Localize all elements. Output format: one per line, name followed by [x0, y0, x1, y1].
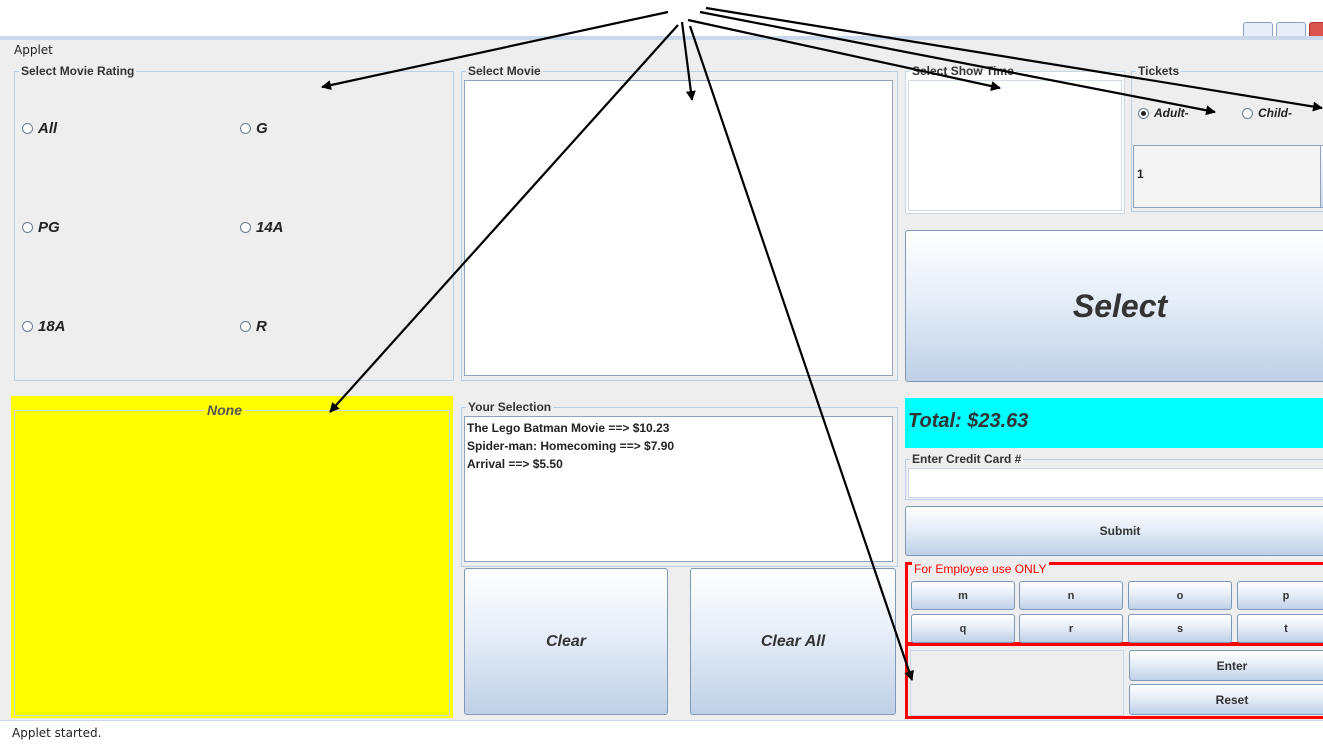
minimize-icon[interactable] [1243, 22, 1273, 37]
key-o-button[interactable]: o [1128, 581, 1232, 610]
rating-radio-18a[interactable]: 18A [22, 318, 66, 335]
rating-label-all: All [38, 120, 58, 137]
key-n-button[interactable]: n [1019, 581, 1123, 610]
select-button[interactable]: Select [905, 230, 1323, 382]
rating-radio-pg[interactable]: PG [22, 219, 60, 236]
child-radio[interactable]: Child- [1242, 106, 1292, 120]
key-q-button[interactable]: q [911, 614, 1015, 643]
movie-list[interactable] [464, 80, 893, 376]
clear-button[interactable]: Clear [464, 568, 668, 715]
credit-card-input[interactable] [908, 468, 1323, 498]
radio-icon [1242, 107, 1253, 119]
status-text: Applet started. [12, 726, 102, 740]
tickets-panel-legend: Tickets [1138, 64, 1180, 78]
rating-label-pg: PG [38, 219, 60, 236]
credit-card-legend: Enter Credit Card # [912, 452, 1022, 466]
poster-legend: None [207, 402, 242, 418]
radio-icon [240, 321, 251, 332]
rating-radio-r[interactable]: R [240, 318, 267, 335]
rating-label-r: R [256, 318, 267, 335]
key-m-button[interactable]: m [911, 581, 1015, 610]
selection-item[interactable]: Arrival ==> $5.50 [465, 455, 892, 473]
rating-radio-all[interactable]: All [22, 120, 57, 137]
radio-selected-icon [1138, 107, 1149, 119]
showtime-list[interactable] [908, 80, 1122, 211]
rating-label-18a: 18A [38, 318, 66, 335]
key-t-button[interactable]: t [1237, 614, 1323, 643]
key-p-button[interactable]: p [1237, 581, 1323, 610]
rating-label-g: G [256, 120, 268, 137]
submit-button[interactable]: Submit [905, 506, 1323, 556]
radio-icon [22, 222, 33, 233]
radio-icon [22, 321, 33, 332]
rating-panel-legend: Select Movie Rating [21, 64, 135, 78]
movie-panel-legend: Select Movie [468, 64, 541, 78]
rating-panel: Select Movie Rating [14, 64, 454, 381]
employee-display [910, 650, 1124, 716]
rating-radio-14a[interactable]: 14A [240, 219, 284, 236]
key-r-button[interactable]: r [1019, 614, 1123, 643]
poster-frame: None [14, 402, 450, 716]
adult-label: Adult- [1154, 106, 1189, 120]
ticket-quantity-field[interactable]: 1 [1133, 145, 1321, 208]
radio-icon [22, 123, 33, 134]
selection-item[interactable]: Spider-man: Homecoming ==> $7.90 [465, 437, 892, 455]
employee-legend: For Employee use ONLY [912, 562, 1049, 576]
selection-item[interactable]: The Lego Batman Movie ==> $10.23 [465, 419, 892, 437]
window-title: Applet [14, 43, 53, 57]
radio-icon [240, 222, 251, 233]
window-titlebar [0, 0, 1323, 37]
rating-label-14a: 14A [256, 219, 284, 236]
selection-legend: Your Selection [468, 400, 552, 414]
reset-button[interactable]: Reset [1129, 684, 1323, 715]
maximize-icon[interactable] [1276, 22, 1306, 37]
selection-list[interactable]: The Lego Batman Movie ==> $10.23 Spider-… [464, 416, 893, 562]
close-icon[interactable] [1309, 22, 1323, 37]
clear-all-button[interactable]: Clear All [690, 568, 896, 715]
total-label: Total: $23.63 [905, 398, 1323, 448]
key-s-button[interactable]: s [1128, 614, 1232, 643]
showtime-panel-legend: Select Show Time [912, 64, 1014, 78]
rating-radio-g[interactable]: G [240, 120, 268, 137]
child-label: Child- [1258, 106, 1292, 120]
status-bar: Applet started. [0, 720, 1323, 751]
adult-radio[interactable]: Adult- [1138, 106, 1189, 120]
enter-button[interactable]: Enter [1129, 650, 1323, 681]
radio-icon [240, 123, 251, 134]
